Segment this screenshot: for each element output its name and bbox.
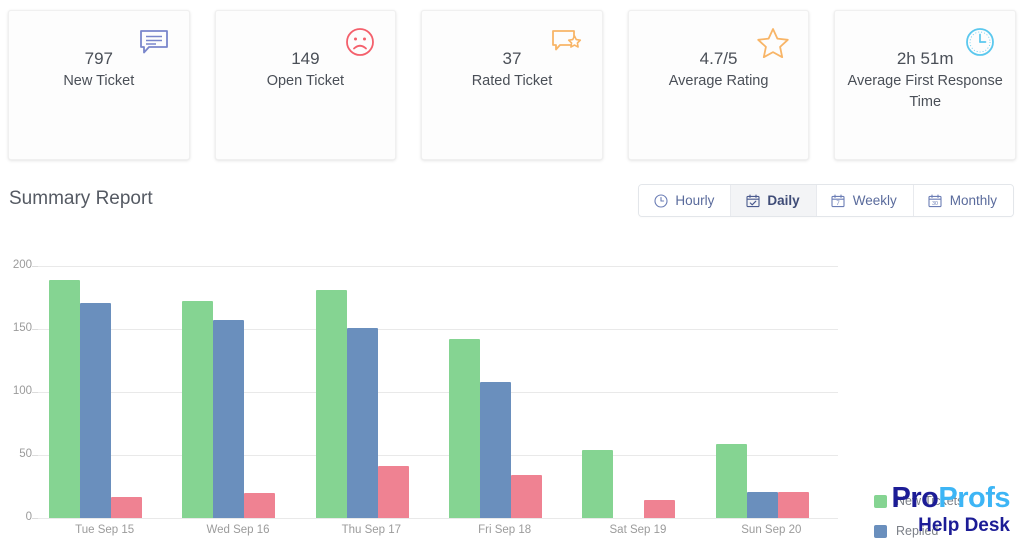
logo-part-profs: Profs	[938, 482, 1010, 514]
legend-swatch	[874, 494, 887, 508]
chart-bar[interactable]	[715, 443, 747, 518]
sad-face-icon	[343, 25, 377, 59]
chart-bar-group	[305, 266, 438, 518]
svg-text:30: 30	[932, 201, 938, 207]
chart-x-label: Thu Sep 17	[341, 524, 402, 536]
chart-bar[interactable]	[448, 339, 480, 518]
chart-bar[interactable]	[346, 327, 378, 518]
logo-subtitle: Help Desk	[918, 515, 1010, 536]
chart-bar[interactable]	[244, 492, 276, 518]
chart-bar[interactable]	[582, 449, 614, 518]
kpi-card-rated-ticket[interactable]: 37 Rated Ticket	[421, 10, 603, 160]
chart-bar-groups	[38, 266, 838, 518]
chart-y-label: 100	[12, 385, 32, 397]
clock-icon	[653, 193, 668, 208]
chart-y-label: 200	[12, 259, 32, 271]
summary-report-header: Summary Report Hourly Daily 7 Weekly 30 …	[0, 176, 1024, 230]
chart-bar[interactable]	[182, 301, 214, 518]
chart-x-label: Wed Sep 16	[206, 524, 270, 536]
chart-x-label: Sat Sep 19	[609, 524, 667, 536]
chart-bar-group	[438, 266, 571, 518]
chart-gridline	[38, 518, 838, 519]
calendar-week-icon: 7	[831, 193, 846, 208]
tab-daily[interactable]: Daily	[731, 185, 817, 216]
logo-part-pro: Pro	[891, 482, 939, 514]
chart-bar-group	[38, 266, 171, 518]
clock-icon	[963, 25, 997, 59]
tab-label: Hourly	[675, 193, 715, 208]
chart-x-axis: Tue Sep 15 Wed Sep 16 Thu Sep 17 Fri Sep 18…	[38, 524, 838, 536]
page-title: Summary Report	[9, 188, 153, 209]
kpi-card-average-rating[interactable]: 4.7/5 Average Rating	[627, 10, 810, 160]
period-tab-group: Hourly Daily 7 Weekly 30 Monthly	[638, 184, 1014, 217]
chart-plot-area: 0 50 100 150 200	[13, 259, 838, 523]
chart-bar[interactable]	[111, 496, 142, 518]
chart-y-tick	[32, 518, 38, 519]
chart-bar[interactable]	[377, 466, 409, 518]
chart-bar-group	[571, 266, 704, 518]
summary-bar-chart: 0 50 100 150 200 Tue Sep 15 Wed Sep 16 Thu Sep…	[0, 232, 1024, 543]
tab-hourly[interactable]: Hourly	[639, 185, 732, 216]
chart-y-label: 50	[19, 448, 32, 460]
chart-bar[interactable]	[777, 491, 809, 518]
chart-y-label: 0	[25, 511, 32, 523]
kpi-label: Rated Ticket	[471, 73, 553, 89]
tab-label: Weekly	[852, 193, 897, 208]
kpi-label: Open Ticket	[266, 73, 345, 89]
chart-bar[interactable]	[80, 302, 111, 518]
legend-swatch	[874, 524, 887, 538]
dashboard-root: 797 New Ticket 149 Open Ticket 37 Rated …	[0, 0, 1024, 543]
chart-x-label: Sun Sep 20	[741, 524, 802, 536]
chart-bar-group	[171, 266, 304, 518]
tab-weekly[interactable]: 7 Weekly	[816, 185, 914, 216]
kpi-card-open-ticket[interactable]: 149 Open Ticket	[214, 10, 397, 160]
chart-bar-group	[705, 266, 838, 518]
kpi-card-average-first-response-time[interactable]: 2h 51m Average First Response Time	[834, 10, 1016, 160]
kpi-label: Average Rating	[668, 73, 769, 89]
proprofs-logo: ProProfs Help Desk	[891, 482, 1011, 536]
tab-label: Monthly	[949, 193, 997, 208]
chart-y-label: 150	[12, 322, 32, 334]
tab-monthly[interactable]: 30 Monthly	[913, 185, 1013, 216]
chart-bar[interactable]	[315, 289, 347, 518]
chart-bar[interactable]	[644, 500, 676, 518]
calendar-month-icon: 30	[928, 193, 943, 208]
chart-x-label: Fri Sep 18	[478, 524, 532, 536]
chart-bar[interactable]	[510, 475, 542, 518]
chart-bar[interactable]	[213, 320, 245, 518]
chart-bar[interactable]	[49, 279, 80, 518]
kpi-label: New Ticket	[63, 73, 135, 89]
kpi-label: Average First Response Time	[847, 73, 1003, 110]
calendar-check-icon	[745, 193, 760, 208]
chart-x-label: Tue Sep 15	[75, 524, 135, 536]
kpi-card-new-ticket[interactable]: 797 New Ticket	[8, 10, 190, 160]
star-icon	[756, 25, 790, 59]
bubble-star-icon	[550, 25, 584, 59]
kpi-card-row: 797 New Ticket 149 Open Ticket 37 Rated …	[0, 0, 1024, 172]
chart-bar[interactable]	[746, 491, 778, 518]
tab-label: Daily	[767, 193, 800, 208]
speech-bubble-icon	[137, 25, 171, 59]
chart-bar[interactable]	[479, 381, 511, 518]
